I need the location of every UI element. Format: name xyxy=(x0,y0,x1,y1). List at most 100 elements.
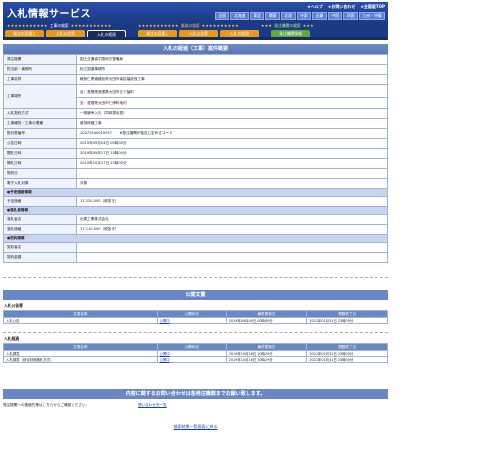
group-row: ●契約情報 xyxy=(3,234,388,243)
row-value: 対象 xyxy=(76,178,388,189)
open-doc-link[interactable]: 公開中 xyxy=(160,358,170,362)
row-label: 落札者名 xyxy=(3,214,77,225)
contact-link[interactable]: ★お問い合わせ xyxy=(328,4,356,10)
table-row: 設計書番号 10072540010057 ★発注機関が独自に定めるコード xyxy=(3,128,388,139)
star-decoration: ★★★★★★★★★★★ xyxy=(7,23,48,28)
column-header: 最終更新日 xyxy=(225,343,308,351)
row-value: 17,110,000（税抜き） xyxy=(76,224,388,235)
row-value: 出雲工業株式会社 xyxy=(76,214,388,225)
row-value xyxy=(76,168,388,179)
row-value: 2019年09月17日 15時00分 xyxy=(76,148,388,159)
table-row: 入札公告 公開中 2019年09月04日 00時00分 2021年01月31日 … xyxy=(3,317,388,324)
row-value: 17,220,000（税抜き） xyxy=(76,196,388,207)
table-row: 契約金額 xyxy=(3,252,388,263)
row-label: 発注機関 xyxy=(3,54,77,65)
row-label: 契約日 xyxy=(3,168,77,179)
row-label: 公告日時 xyxy=(3,138,77,149)
doc-end: 2021年01月31日 23時00分 xyxy=(306,356,388,363)
column-header: 最終更新日 xyxy=(225,310,308,318)
row-label: 担当部・事務所 xyxy=(3,64,77,75)
tab-agency-info[interactable]: 発注機関情報 xyxy=(271,30,310,37)
back-to-results-link[interactable]: 検索結果一覧画面に戻る xyxy=(3,424,388,430)
region-button[interactable]: 北海道 xyxy=(230,12,249,20)
top-links: ★ヘルプ ★お問い合わせ ★全国版TOP xyxy=(307,4,385,10)
table-row: 契約者名 xyxy=(3,242,388,253)
help-link[interactable]: ★ヘルプ xyxy=(307,4,323,10)
table-row: 公告日時 2019年09月04日 00時00分 xyxy=(3,138,388,149)
table-row: 工事種別／工事の業種 維持修繕工事 xyxy=(3,118,388,129)
open-doc-link[interactable]: 公開中 xyxy=(160,352,170,356)
column-header: 公開状況 xyxy=(156,310,227,318)
location-from: 自：島根県島根県大田市五十猛町 xyxy=(80,89,134,94)
tab-service-results[interactable]: 入札の経過 xyxy=(220,30,259,37)
row-label: 工事種別／工事の業種 xyxy=(3,118,77,129)
row-value xyxy=(76,242,388,253)
star-decoration: ★★★★★★★★★★★ xyxy=(138,23,179,28)
doc-name: 入札調書（総合評価落札方式） xyxy=(3,356,158,363)
row-label: 入札契約方式 xyxy=(3,108,77,119)
section-divider xyxy=(3,332,388,333)
table-header-row: 文書名称 公開状況 最終更新日 掲載終了日 xyxy=(3,343,388,351)
star-decoration: ★★★ xyxy=(302,23,314,28)
row-label: 工事名称 xyxy=(3,74,77,85)
row-value: 松江国道事務所 xyxy=(76,64,388,75)
group-heading-contract: ●契約情報 xyxy=(3,234,388,243)
docs-table-notices: 文書名称 公開状況 最終更新日 掲載終了日 入札公告 公開中 2019年09月0… xyxy=(3,310,388,324)
row-value: 国土交通省中国地方整備局 xyxy=(76,54,388,65)
case-detail-table: 発注機関 国土交通省中国地方整備局 担当部・事務所 松江国道事務所 工事名称 鞍掛仁摩… xyxy=(3,54,388,263)
tab-service-outlook[interactable]: 発注の見通し xyxy=(138,30,177,37)
open-doc-link[interactable]: 公開中 xyxy=(160,319,170,323)
table-row: 入札契約方式 一般競争入札（同時提出型） xyxy=(3,108,388,119)
tab-service-notices[interactable]: 入札公告等 xyxy=(179,30,218,37)
tab-construction-results[interactable]: 入札の経過 xyxy=(87,30,126,37)
column-header: 掲載終了日 xyxy=(306,343,388,351)
doc-updated: 2019年09月04日 00時00分 xyxy=(225,317,308,324)
contact-banner: 内容に関するお問い合わせは各発注機関までお願い致します。 xyxy=(3,389,388,399)
group-row: ●予定価格情報 xyxy=(3,188,388,197)
region-button[interactable]: 四国 xyxy=(343,12,359,20)
table-row: 予定価格 17,220,000（税抜き） xyxy=(3,196,388,207)
row-label: 契約金額 xyxy=(3,252,77,263)
contact-list-link[interactable]: 問い合わせ先一覧 xyxy=(138,403,167,408)
national-top-link[interactable]: ★全国版TOP xyxy=(360,4,385,10)
site-header: 入札情報サービス ★ヘルプ ★お問い合わせ ★全国版TOP 全国 北海道 東北 … xyxy=(3,2,388,22)
group-heading-price: ●予定価格情報 xyxy=(3,188,388,197)
site-logo[interactable]: 入札情報サービス xyxy=(7,5,91,20)
table-row: 入札調書（総合評価落札方式） 公開中 2019年10月16日 10時29分 20… xyxy=(3,356,388,363)
contact-row: 発注機関への連絡先等はこちらからご確認ください。 問い合わせ先一覧 xyxy=(3,403,388,408)
table-row: 担当部・事務所 松江国道事務所 xyxy=(3,64,388,75)
region-button[interactable]: 東北 xyxy=(249,12,265,20)
location-to: 至：島根県大田市仁摩町地内 xyxy=(77,96,387,107)
region-button[interactable]: 全国 xyxy=(214,12,230,20)
doc-updated: 2019年10月16日 10時29分 xyxy=(225,356,308,363)
row-label: 予定価格 xyxy=(3,196,77,207)
docs-section-heading: 入札経過 xyxy=(4,336,20,341)
row-value: 維持修繕工事 xyxy=(76,118,388,129)
row-label: 電子入札対象 xyxy=(3,178,77,189)
row-label: 設計書番号 xyxy=(3,128,77,139)
row-value: 自：島根県島根県大田市五十猛町 至：島根県大田市仁摩町地内 xyxy=(76,84,388,109)
table-row: 工事場所 自：島根県島根県大田市五十猛町 至：島根県大田市仁摩町地内 xyxy=(3,84,388,109)
doc-name: 入札公告 xyxy=(3,317,158,324)
header-divider xyxy=(3,37,388,40)
docs-title: 公開文書 xyxy=(3,290,388,300)
row-label: 契約者名 xyxy=(3,242,77,253)
region-button[interactable]: 九州・沖縄 xyxy=(359,12,385,20)
section-divider xyxy=(3,277,388,278)
page-title: 入札の経過（工事）案件概要 xyxy=(3,44,388,54)
column-header: 公開状況 xyxy=(156,343,227,351)
region-button[interactable]: 中国 xyxy=(327,12,343,20)
region-button[interactable]: 北陸 xyxy=(281,12,296,20)
row-label: 開札日時 xyxy=(3,158,77,169)
row-value: 2019年09月04日 00時00分 xyxy=(76,138,388,149)
region-button[interactable]: 関東 xyxy=(265,12,281,20)
table-row: 開札日時 2019年09月17日 15時00分 xyxy=(3,148,388,159)
table-row: 落札者名 出雲工業株式会社 xyxy=(3,214,388,225)
row-value: 10072540010057 ★発注機関が独自に定めるコード xyxy=(76,128,388,139)
tab-construction-notices[interactable]: 入札公告等 xyxy=(46,30,85,37)
region-button[interactable]: 中部 xyxy=(296,12,312,20)
tab-construction-outlook[interactable]: 発注の見通し xyxy=(5,30,44,37)
docs-table-results: 文書名称 公開状況 最終更新日 掲載終了日 入札調書 公開中 2019年10月1… xyxy=(3,343,388,363)
table-row: 発注機関 国土交通省中国地方整備局 xyxy=(3,54,388,65)
region-button[interactable]: 近畿 xyxy=(312,12,327,20)
